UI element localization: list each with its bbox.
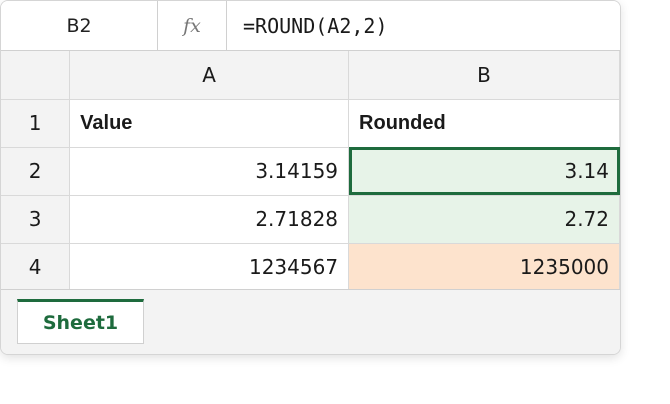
cell-a4[interactable]: 1234567 xyxy=(69,242,350,292)
cell-a3[interactable]: 2.71828 xyxy=(69,194,350,244)
select-all-corner[interactable] xyxy=(1,51,71,100)
fx-icon[interactable]: fx xyxy=(158,1,227,50)
cell-b2[interactable]: 3.14 xyxy=(348,146,620,196)
tab-sheet1[interactable]: Sheet1 xyxy=(17,299,144,344)
cell-b1[interactable]: Rounded xyxy=(348,98,620,148)
spreadsheet-window: B2 fx =ROUND(A2,2) A B 1 Value Rounded 2… xyxy=(0,0,621,355)
table-row: 1 Value Rounded xyxy=(1,98,620,148)
formula-bar: B2 fx =ROUND(A2,2) xyxy=(1,1,620,51)
sheet-tab-bar: Sheet1 xyxy=(1,289,620,354)
row-header-4[interactable]: 4 xyxy=(1,242,71,292)
row-header-3[interactable]: 3 xyxy=(1,194,71,244)
column-header-row: A B xyxy=(1,51,620,100)
table-row: 3 2.71828 2.72 xyxy=(1,194,620,244)
column-header-a[interactable]: A xyxy=(69,51,350,100)
name-box[interactable]: B2 xyxy=(1,1,158,50)
cell-grid: A B 1 Value Rounded 2 3.14159 3.14 3 2.7… xyxy=(1,51,620,292)
formula-input[interactable]: =ROUND(A2,2) xyxy=(243,1,388,50)
table-row: 4 1234567 1235000 xyxy=(1,242,620,292)
cell-b3[interactable]: 2.72 xyxy=(348,194,620,244)
row-header-2[interactable]: 2 xyxy=(1,146,71,196)
row-header-1[interactable]: 1 xyxy=(1,98,71,148)
cell-b4[interactable]: 1235000 xyxy=(348,242,620,292)
table-row: 2 3.14159 3.14 xyxy=(1,146,620,196)
cell-a2[interactable]: 3.14159 xyxy=(69,146,350,196)
cell-a1[interactable]: Value xyxy=(69,98,350,148)
column-header-b[interactable]: B xyxy=(348,51,620,100)
